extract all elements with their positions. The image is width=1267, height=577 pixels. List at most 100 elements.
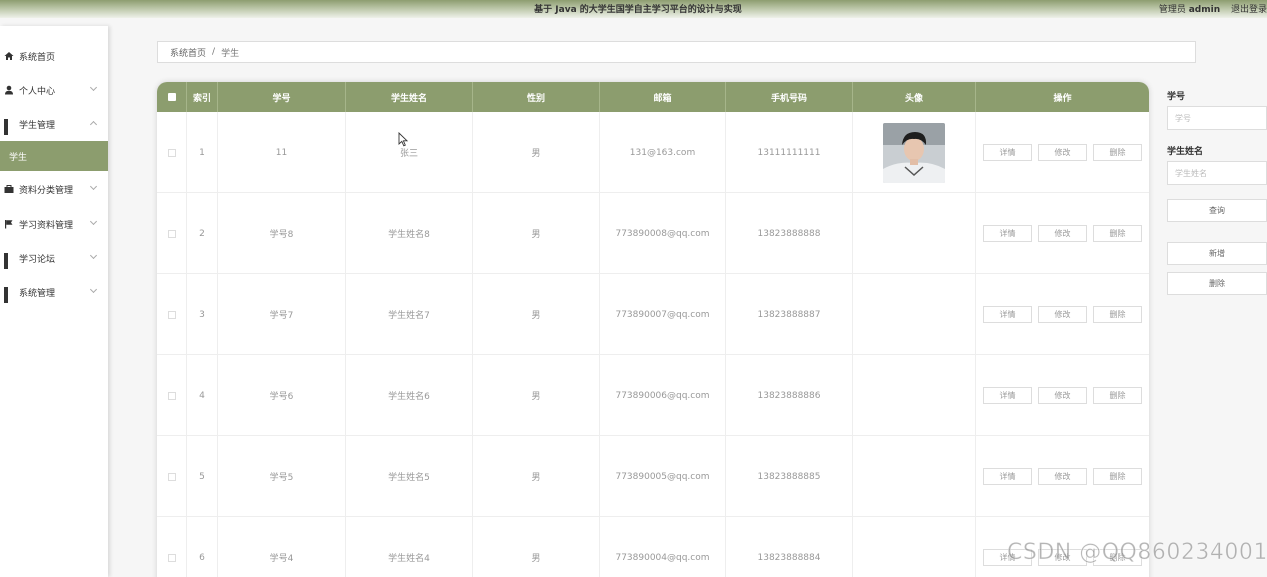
row-checkbox[interactable]: [167, 553, 176, 562]
table-row: 5 学号5 学生姓名5 男 773890005@qq.com 13823888885 详情修…: [157, 436, 1149, 517]
header-select-all[interactable]: [157, 82, 187, 112]
sidebar-item-label: 学习资料管理: [19, 220, 74, 231]
row-checkbox[interactable]: [167, 148, 176, 157]
cell-gender: 男: [473, 274, 600, 355]
breadcrumb-separator: /: [212, 47, 216, 57]
cell-name: 学生姓名7: [346, 274, 473, 355]
cell-email: 773890006@qq.com: [600, 355, 726, 436]
add-button[interactable]: 新增: [1167, 242, 1267, 265]
delete-button[interactable]: 删除: [1093, 144, 1142, 161]
student-no-input[interactable]: [1167, 106, 1267, 130]
row-checkbox[interactable]: [167, 229, 176, 238]
delete-button[interactable]: 删除: [1093, 468, 1142, 485]
row-checkbox[interactable]: [167, 472, 176, 481]
cell-name: 学生姓名8: [346, 193, 473, 274]
edit-button[interactable]: 修改: [1038, 225, 1087, 242]
cell-email: 773890008@qq.com: [600, 193, 726, 274]
avatar: [883, 122, 945, 183]
cell-index: 2: [187, 193, 218, 274]
user-role: 管理员: [1158, 5, 1186, 15]
cell-actions: 详情 修改 删除: [976, 193, 1149, 274]
row-checkbox[interactable]: [167, 310, 176, 319]
delete-button[interactable]: 删除: [1093, 306, 1142, 323]
chevron-up-icon: [89, 120, 98, 129]
cell-phone: 13823888887: [726, 274, 853, 355]
sidebar-item-label: 资料分类管理: [19, 185, 74, 196]
detail-button[interactable]: 详情: [983, 306, 1032, 323]
name-input[interactable]: [1167, 161, 1267, 185]
cell-phone: 13823888886: [726, 355, 853, 436]
sidebar-item-label: 系统管理: [19, 288, 56, 299]
cell-gender: 男: [473, 436, 600, 517]
grid-icon: [4, 119, 14, 135]
table-row: 3 学号7 学生姓名7 男 773890007@qq.com 13823888887 详情修…: [157, 274, 1149, 355]
chevron-down-icon: [89, 251, 98, 260]
row-actions: 详情 修改 删除: [983, 468, 1142, 485]
edit-button[interactable]: 修改: [1038, 387, 1087, 404]
table-row: 2 学号8 学生姓名8 男 773890008@qq.com 13823888888 详情修…: [157, 193, 1149, 274]
batch-delete-button[interactable]: 删除: [1167, 272, 1267, 295]
edit-button[interactable]: 修改: [1038, 468, 1087, 485]
delete-button[interactable]: 删除: [1093, 225, 1142, 242]
cell-student-no: 学号8: [218, 193, 346, 274]
grid-icon: [4, 287, 14, 303]
table-header: 索引 学号 学生姓名 性别 邮箱 手机号码 头像 操作: [157, 82, 1149, 112]
cell-select: [157, 355, 187, 436]
cell-index: 3: [187, 274, 218, 355]
detail-button[interactable]: 详情: [983, 144, 1032, 161]
cell-index: 6: [187, 517, 218, 577]
app-title: 基于 Java 的大学生国学自主学习平台的设计与实现: [534, 5, 742, 15]
cell-actions: 详情 修改 删除: [976, 436, 1149, 517]
sidebar: 系统首页 个人中心 学生管理 学生 资料分类管理 学习资料管理 学习论坛 系统管…: [0, 26, 108, 577]
sidebar-item-material-category[interactable]: 资料分类管理: [0, 172, 108, 206]
cell-avatar: [853, 355, 976, 436]
edit-button[interactable]: 修改: [1038, 144, 1087, 161]
mouse-cursor-icon: [398, 132, 408, 147]
row-actions: 详情 修改 删除: [983, 225, 1142, 242]
select-all-checkbox[interactable]: [167, 93, 176, 101]
sidebar-item-material-management[interactable]: 学习资料管理: [0, 207, 108, 241]
breadcrumb-current: 学生: [221, 48, 240, 59]
cell-student-no: 学号6: [218, 355, 346, 436]
chevron-down-icon: [89, 217, 98, 226]
logout-link[interactable]: 退出登录: [1231, 5, 1267, 15]
header-email: 邮箱: [600, 82, 726, 112]
home-icon: [4, 52, 14, 60]
user-icon: [5, 85, 13, 95]
detail-button[interactable]: 详情: [983, 468, 1032, 485]
username: admin: [1188, 5, 1221, 15]
detail-button[interactable]: 详情: [983, 387, 1032, 404]
row-actions: 详情 修改 删除: [983, 387, 1142, 404]
breadcrumb: 系统首页 / 学生: [157, 41, 1196, 63]
table-row: 1 11 张三男 131@163.com 13111111111 详情 修改 删除: [157, 112, 1149, 193]
cell-email: 773890007@qq.com: [600, 274, 726, 355]
sidebar-item-system-management[interactable]: 系统管理: [0, 275, 108, 309]
cell-name: 学生姓名4: [346, 517, 473, 577]
sidebar-item-student-management[interactable]: 学生管理: [0, 107, 108, 141]
breadcrumb-home[interactable]: 系统首页: [170, 46, 206, 59]
edit-button[interactable]: 修改: [1038, 306, 1087, 323]
sidebar-item-forum[interactable]: 学习论坛: [0, 241, 108, 275]
cell-avatar: [853, 274, 976, 355]
sidebar-item-label: 个人中心: [19, 86, 56, 97]
row-actions: 详情 修改 删除: [983, 306, 1142, 323]
cell-avatar: [853, 193, 976, 274]
detail-button[interactable]: 详情: [983, 225, 1032, 242]
table-row: 6 学号4 学生姓名4 男 773890004@qq.com 13823888884 详情修…: [157, 517, 1149, 577]
row-actions: 详情 修改 删除: [983, 144, 1142, 161]
cell-avatar: [853, 436, 976, 517]
cell-select: [157, 436, 187, 517]
chevron-down-icon: [89, 182, 98, 191]
cell-email: 131@163.com: [600, 112, 726, 193]
sidebar-item-home[interactable]: 系统首页: [0, 39, 108, 73]
cell-index: 4: [187, 355, 218, 436]
query-button[interactable]: 查询: [1167, 199, 1267, 222]
cell-name: 学生姓名6: [346, 355, 473, 436]
row-checkbox[interactable]: [167, 391, 176, 400]
sidebar-item-students[interactable]: 学生: [0, 141, 108, 171]
delete-button[interactable]: 删除: [1093, 387, 1142, 404]
cell-actions: 详情 修改 删除: [976, 112, 1149, 193]
cell-index: 1: [187, 112, 218, 193]
sidebar-item-profile[interactable]: 个人中心: [0, 73, 108, 107]
chevron-down-icon: [89, 285, 98, 294]
